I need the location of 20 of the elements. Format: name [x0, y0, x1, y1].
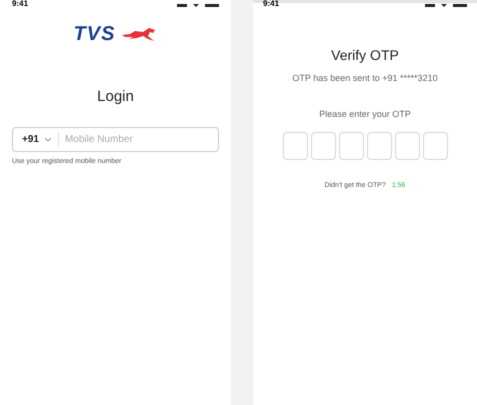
otp-digit-field[interactable] — [366, 132, 392, 160]
status-icons — [425, 4, 467, 8]
otp-prompt: Please enter your OTP — [318, 108, 412, 121]
country-code: +91 — [22, 132, 39, 146]
status-icons — [177, 4, 219, 8]
otp-digit-field[interactable] — [394, 132, 420, 160]
mobile-number-input[interactable]: Mobile Number — [64, 132, 209, 146]
otp-title: Verify OTP — [330, 46, 400, 65]
chevron-down-icon — [44, 136, 52, 142]
status-time: 9:41 — [12, 0, 28, 8]
status-time: 9:41 — [263, 0, 280, 8]
otp-digit-field[interactable] — [310, 132, 336, 160]
otp-digit-field[interactable] — [422, 132, 448, 160]
logo-text: TVS — [74, 24, 116, 44]
horse-icon — [121, 26, 158, 42]
phone-field[interactable]: +91 Mobile Number — [12, 126, 219, 152]
otp-digit-field[interactable] — [282, 132, 308, 160]
otp-digit-field[interactable] — [338, 132, 364, 160]
sent-message: OTP has been sent to +91 *****3210 — [291, 72, 439, 85]
login-title: Login — [96, 87, 135, 107]
